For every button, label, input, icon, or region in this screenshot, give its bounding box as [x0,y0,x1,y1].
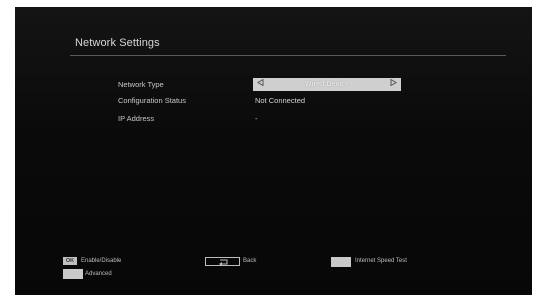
ip-address-label: IP Address [118,114,155,123]
configuration-status-label: Configuration Status [118,96,186,105]
triangle-right-icon[interactable] [390,78,397,91]
advanced-hint: Advanced [85,271,112,277]
ip-address-value: - [255,114,258,123]
network-type-label: Network Type [118,80,164,89]
network-type-selector[interactable]: Wired Device [253,78,401,91]
internet-speed-test-hint: Internet Speed Test [355,258,407,264]
back-hint: Back [243,258,257,264]
configuration-status-value: Not Connected [255,96,306,105]
triangle-left-icon[interactable] [257,78,264,91]
back-key[interactable] [205,257,240,266]
ok-key[interactable]: OK [63,257,77,265]
title-divider [70,55,506,56]
enable-disable-hint: Enable/Disable [81,258,122,264]
tv-menu-screen: Network Settings Network Type Wired Devi… [15,7,532,295]
network-type-value: Wired Device [305,81,349,88]
advanced-key[interactable] [63,269,83,279]
page-title: Network Settings [75,37,160,49]
speed-test-key[interactable] [331,257,351,267]
